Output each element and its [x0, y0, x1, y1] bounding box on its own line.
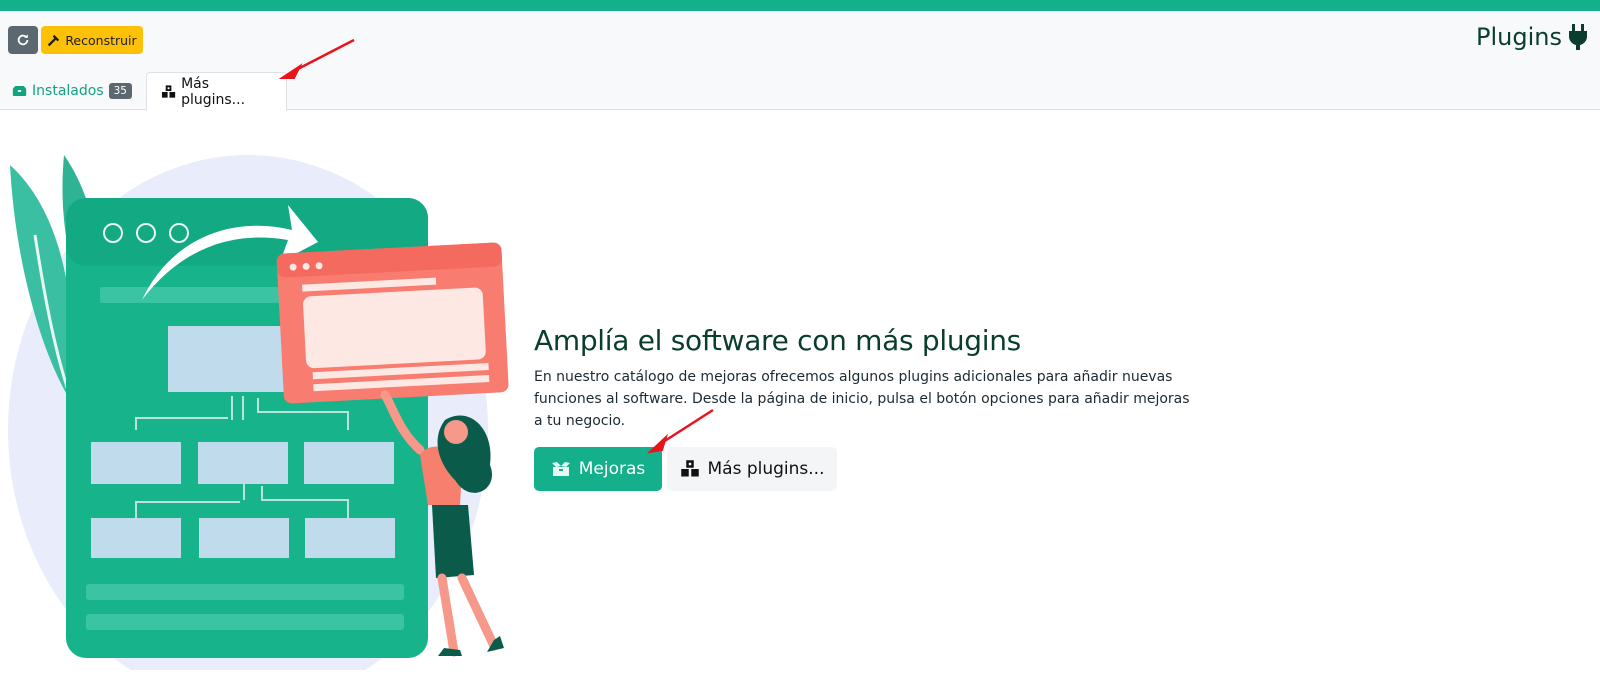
main-content: Amplía el software con más plugins En nu…: [534, 322, 1194, 491]
installed-count-badge: 35: [108, 83, 132, 99]
main-description: En nuestro catálogo de mejoras ofrecemos…: [534, 369, 1190, 429]
plugins-illustration: [8, 155, 509, 670]
mejoras-button[interactable]: Mejoras: [534, 447, 662, 491]
refresh-button[interactable]: [8, 26, 38, 54]
cubes-icon: [680, 460, 699, 477]
rebuild-label: Reconstruir: [65, 32, 137, 48]
tab-more-plugins[interactable]: Más plugins...: [146, 72, 287, 111]
hammer-icon: [48, 34, 60, 46]
tab-installed[interactable]: Instalados 35: [0, 72, 146, 110]
page-title: Plugins: [1476, 23, 1588, 51]
cubes-icon: [161, 84, 176, 98]
tab-more-plugins-label: Más plugins...: [181, 75, 246, 108]
plug-icon: [1569, 24, 1587, 50]
page-header: Reconstruir Plugins Instalados 35 Más pl…: [0, 11, 1600, 111]
more-plugins-label: Más plugins...: [707, 459, 825, 479]
boxes-icon: [12, 85, 27, 97]
rebuild-button[interactable]: Reconstruir: [41, 26, 143, 54]
page-title-text: Plugins: [1476, 23, 1562, 51]
action-buttons: Mejoras Más plugins...: [534, 447, 1194, 491]
box-open-icon: [551, 462, 570, 476]
main-heading: Amplía el software con más plugins: [534, 324, 1021, 357]
plugin-tabs: Instalados 35 Más plugins...: [0, 71, 287, 111]
top-accent-bar: [0, 0, 1600, 11]
more-plugins-button[interactable]: Más plugins...: [667, 447, 837, 491]
mejoras-label: Mejoras: [578, 459, 646, 479]
tab-installed-label: Instalados: [32, 83, 104, 99]
refresh-icon: [17, 34, 29, 46]
